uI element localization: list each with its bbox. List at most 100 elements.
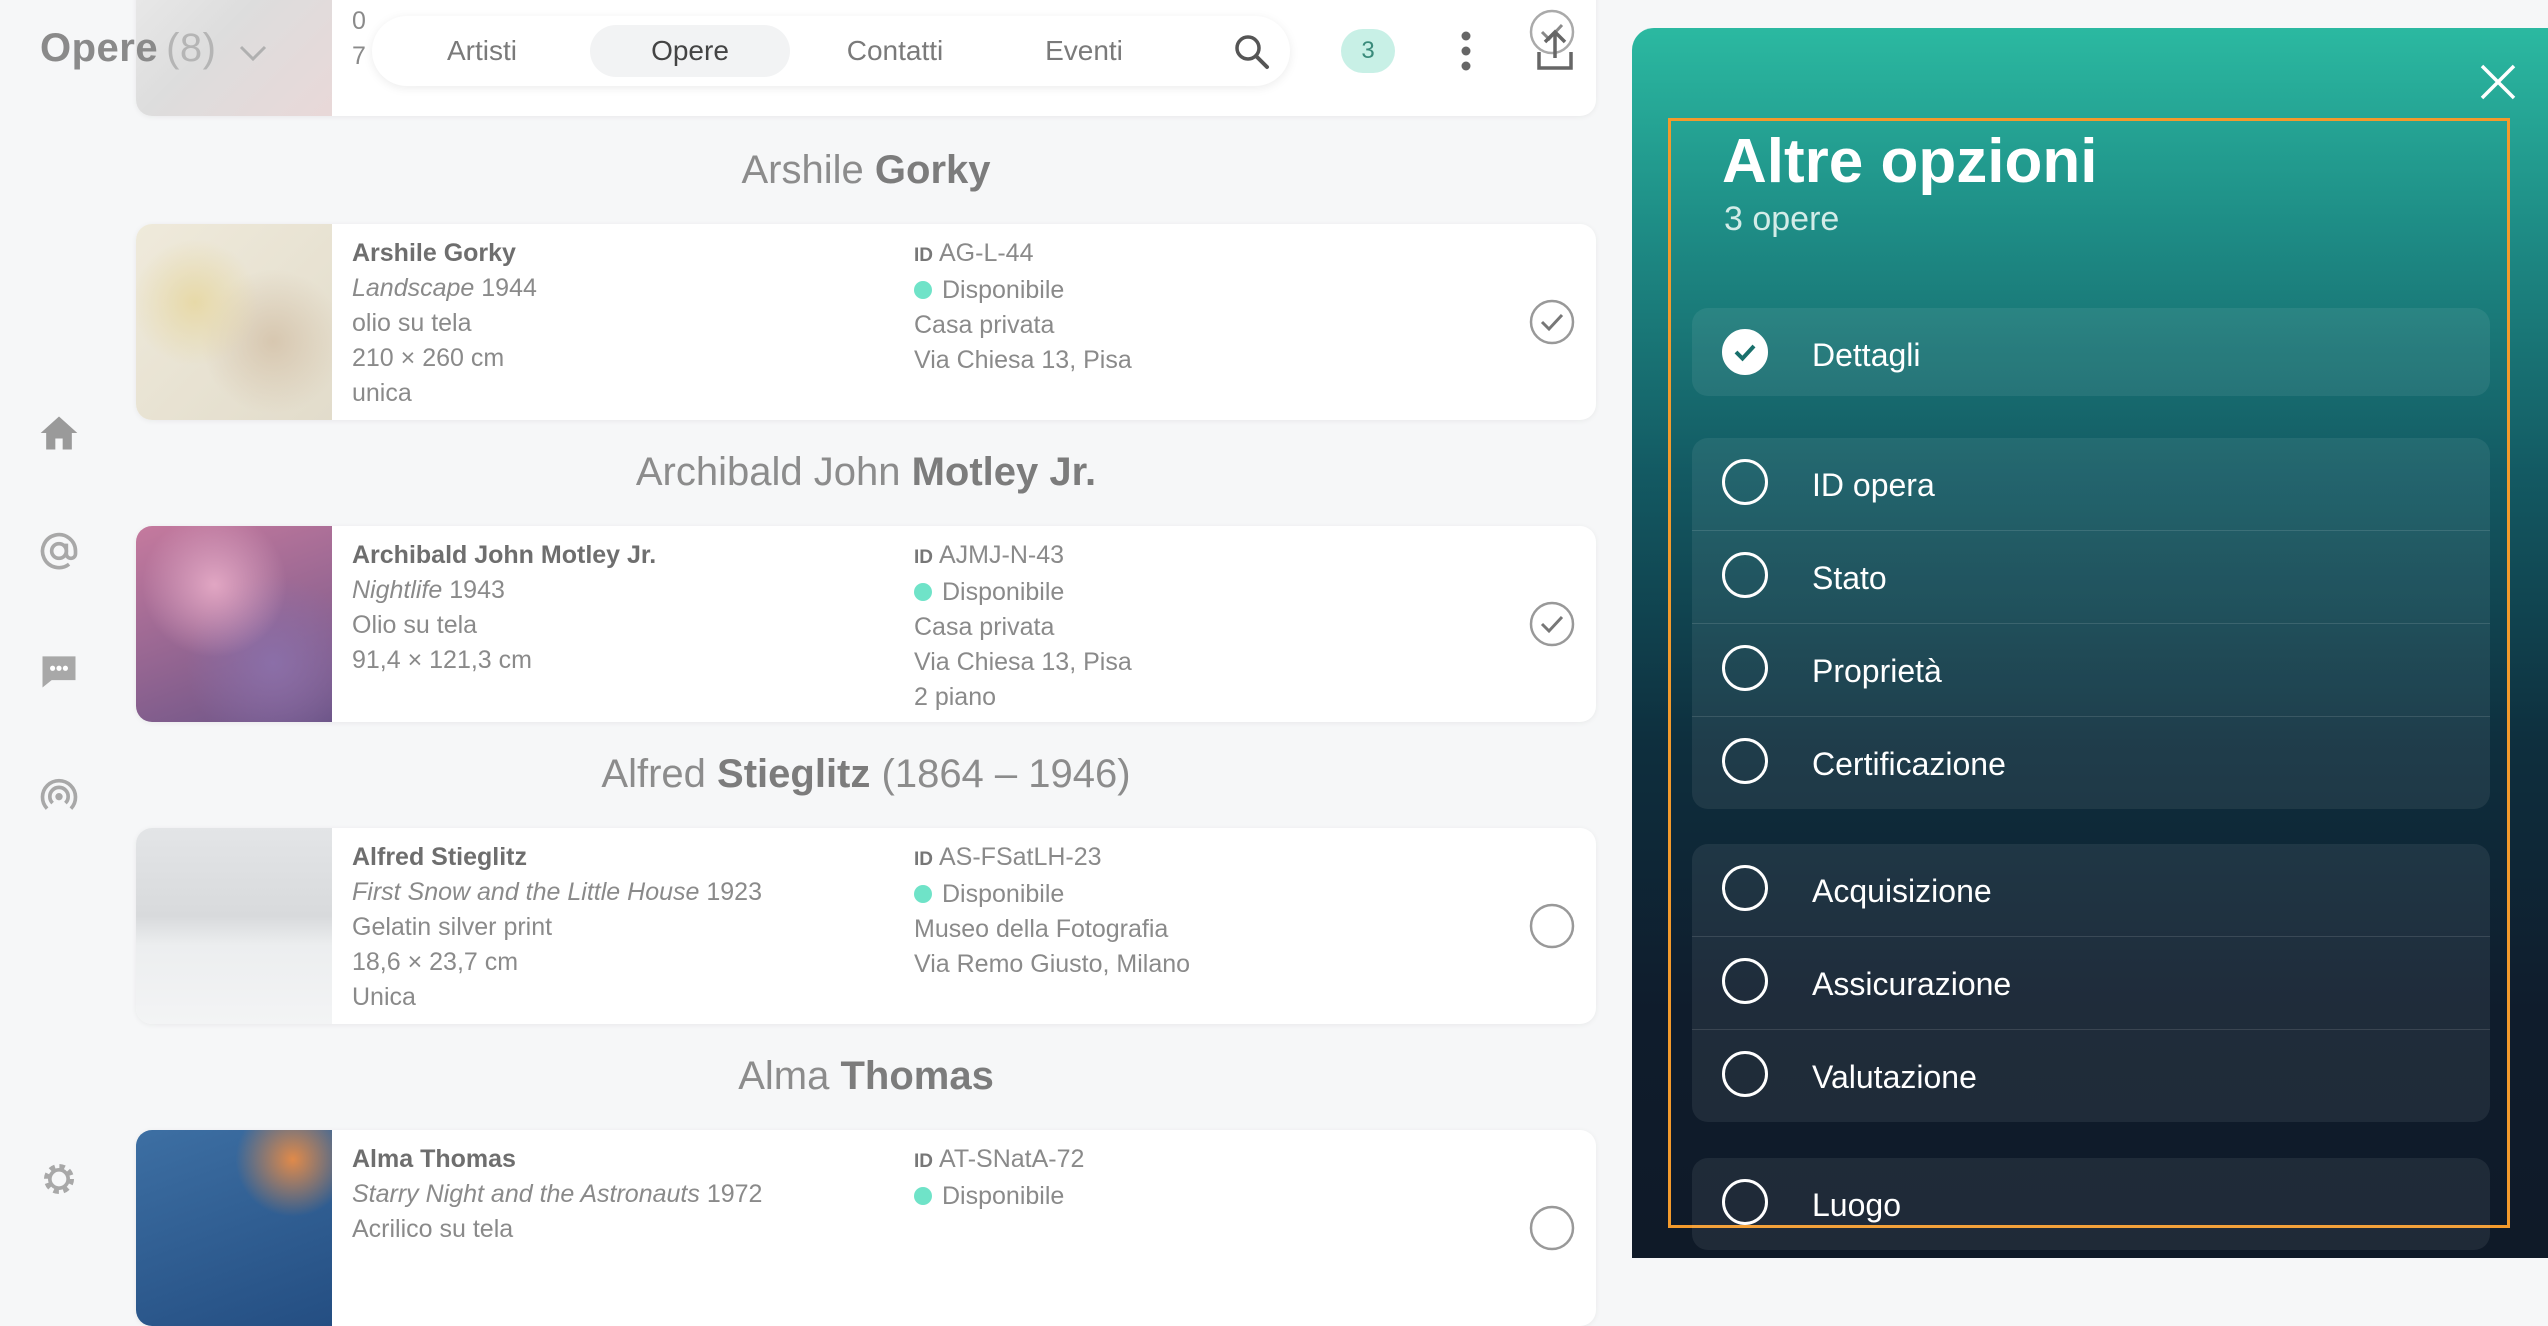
- artwork-year: 1944: [481, 274, 537, 302]
- chevron-down-icon: [238, 28, 268, 73]
- artwork-year: 1972: [706, 1180, 763, 1208]
- radio-circle-icon: [1722, 1179, 1768, 1225]
- artwork-artist: Archibald John Motley Jr.: [352, 541, 657, 569]
- option-stato[interactable]: Stato: [1692, 531, 2490, 624]
- heading-first-name: Arshile: [741, 148, 864, 192]
- status-dot: [914, 583, 932, 601]
- status-dot: [914, 885, 932, 903]
- option-valutazione[interactable]: Valutazione: [1692, 1030, 2490, 1122]
- artwork-meta: ID AG-L-44 Disponibile Casa privata Via C…: [914, 236, 1132, 378]
- broadcast-icon[interactable]: [36, 770, 82, 816]
- more-vertical-icon[interactable]: [1448, 28, 1484, 74]
- option-label: Acquisizione: [1812, 873, 1992, 909]
- artwork-location: Casa privata: [914, 613, 1055, 641]
- search-icon[interactable]: [1232, 32, 1272, 72]
- option-dettagli[interactable]: Dettagli: [1692, 308, 2490, 396]
- heading-first-name: Alfred: [601, 752, 706, 796]
- artwork-card[interactable]: Alma Thomas Starry Night and the Astrona…: [136, 1130, 1596, 1326]
- select-check-icon[interactable]: [1528, 298, 1576, 346]
- artwork-info: Alfred Stieglitz First Snow and the Litt…: [352, 840, 762, 1015]
- option-label: Assicurazione: [1812, 966, 2012, 1002]
- select-check-icon[interactable]: [1528, 600, 1576, 648]
- tab-eventi[interactable]: Eventi: [1004, 25, 1164, 77]
- artwork-status: Disponibile: [942, 276, 1065, 304]
- artist-group-heading: Alma Thomas: [136, 1054, 1596, 1099]
- at-sign-icon[interactable]: [36, 528, 82, 574]
- heading-lifespan: (1864 – 1946): [881, 752, 1131, 796]
- tab-artisti[interactable]: Artisti: [402, 25, 562, 77]
- artwork-info: Arshile Gorky Landscape 1944 olio su tel…: [352, 236, 537, 411]
- artwork-year: 1923: [706, 878, 762, 906]
- artist-group-heading: Archibald John Motley Jr.: [136, 450, 1596, 495]
- radio-circle-icon: [1722, 645, 1768, 691]
- option-assicurazione[interactable]: Assicurazione: [1692, 937, 2490, 1030]
- option-label: Stato: [1812, 560, 1887, 596]
- option-group: Acquisizione Assicurazione Valutazione: [1692, 844, 2490, 1122]
- artwork-id: AJMJ-N-43: [939, 541, 1065, 569]
- collection-count: (8): [166, 26, 217, 70]
- collection-title: Opere: [40, 26, 159, 70]
- artwork-info: Alma Thomas Starry Night and the Astrona…: [352, 1142, 762, 1247]
- radio-circle-icon: [1722, 865, 1768, 911]
- option-group: Dettagli: [1692, 308, 2490, 396]
- artwork-meta: ID AS-FSatLH-23 Disponibile Museo della F…: [914, 840, 1190, 982]
- option-acquisizione[interactable]: Acquisizione: [1692, 844, 2490, 937]
- share-upload-icon[interactable]: [1534, 28, 1576, 74]
- artwork-edition: unica: [352, 379, 412, 407]
- option-certificazione[interactable]: Certificazione: [1692, 717, 2490, 809]
- artwork-floor: 2 piano: [914, 683, 997, 711]
- select-radio-icon[interactable]: [1528, 902, 1576, 950]
- artwork-card[interactable]: Archibald John Motley Jr. Nightlife 1943…: [136, 526, 1596, 722]
- collection-switcher[interactable]: Opere (8): [40, 26, 268, 73]
- artwork-status: Disponibile: [942, 880, 1065, 908]
- heading-first-name: Archibald John: [635, 450, 901, 494]
- main-nav: Artisti Opere Contatti Eventi: [372, 16, 1290, 86]
- artwork-status: Disponibile: [942, 578, 1065, 606]
- partial-text: 0: [352, 7, 366, 35]
- artwork-id: AG-L-44: [939, 239, 1034, 267]
- status-dot: [914, 1187, 932, 1205]
- radio-circle-icon: [1722, 459, 1768, 505]
- artwork-meta: ID AJMJ-N-43 Disponibile Casa privata Via…: [914, 538, 1132, 715]
- artwork-medium: olio su tela: [352, 309, 472, 337]
- check-circle-icon: [1722, 329, 1768, 375]
- artwork-artist: Alma Thomas: [352, 1145, 516, 1173]
- artwork-thumbnail: [136, 828, 332, 1024]
- artwork-status: Disponibile: [942, 1182, 1065, 1210]
- artwork-card[interactable]: Arshile Gorky Landscape 1944 olio su tel…: [136, 224, 1596, 420]
- artwork-address: Via Chiesa 13, Pisa: [914, 346, 1132, 374]
- panel-subtitle: 3 opere: [1724, 200, 1840, 238]
- select-radio-icon[interactable]: [1528, 1204, 1576, 1252]
- artwork-info: Archibald John Motley Jr. Nightlife 1943…: [352, 538, 656, 678]
- selection-count-badge[interactable]: 3: [1341, 29, 1395, 73]
- artwork-address: Via Remo Giusto, Milano: [914, 950, 1191, 978]
- id-label: ID: [914, 1151, 933, 1172]
- id-label: ID: [914, 245, 933, 266]
- artwork-medium: Olio su tela: [352, 611, 478, 639]
- heading-first-name: Alma: [738, 1054, 830, 1098]
- artwork-medium: Acrilico su tela: [352, 1215, 514, 1243]
- settings-gear-icon[interactable]: [36, 1156, 82, 1202]
- chat-icon[interactable]: [36, 648, 82, 694]
- tab-opere[interactable]: Opere: [590, 25, 790, 77]
- option-label: Dettagli: [1812, 337, 1921, 373]
- home-icon[interactable]: [36, 410, 82, 456]
- artwork-size: 91,4 × 121,3 cm: [352, 646, 532, 674]
- option-luogo[interactable]: Luogo: [1692, 1158, 2490, 1250]
- tab-contatti[interactable]: Contatti: [810, 25, 980, 77]
- option-proprieta[interactable]: Proprietà: [1692, 624, 2490, 717]
- artwork-title: Nightlife: [352, 576, 443, 604]
- option-label: Certificazione: [1812, 746, 2006, 782]
- status-dot: [914, 281, 932, 299]
- option-group: ID opera Stato Proprietà Certificazione: [1692, 438, 2490, 809]
- panel-title: Altre opzioni: [1722, 127, 2098, 196]
- artwork-location: Museo della Fotografia: [914, 915, 1169, 943]
- heading-last-name: Motley Jr.: [911, 450, 1097, 494]
- close-icon[interactable]: [2476, 60, 2520, 104]
- option-id-opera[interactable]: ID opera: [1692, 438, 2490, 531]
- option-label: Luogo: [1812, 1187, 1901, 1223]
- artwork-thumbnail: [136, 1130, 332, 1326]
- option-group: Luogo: [1692, 1158, 2490, 1250]
- artwork-thumbnail: [136, 526, 332, 722]
- artwork-card[interactable]: Alfred Stieglitz First Snow and the Litt…: [136, 828, 1596, 1024]
